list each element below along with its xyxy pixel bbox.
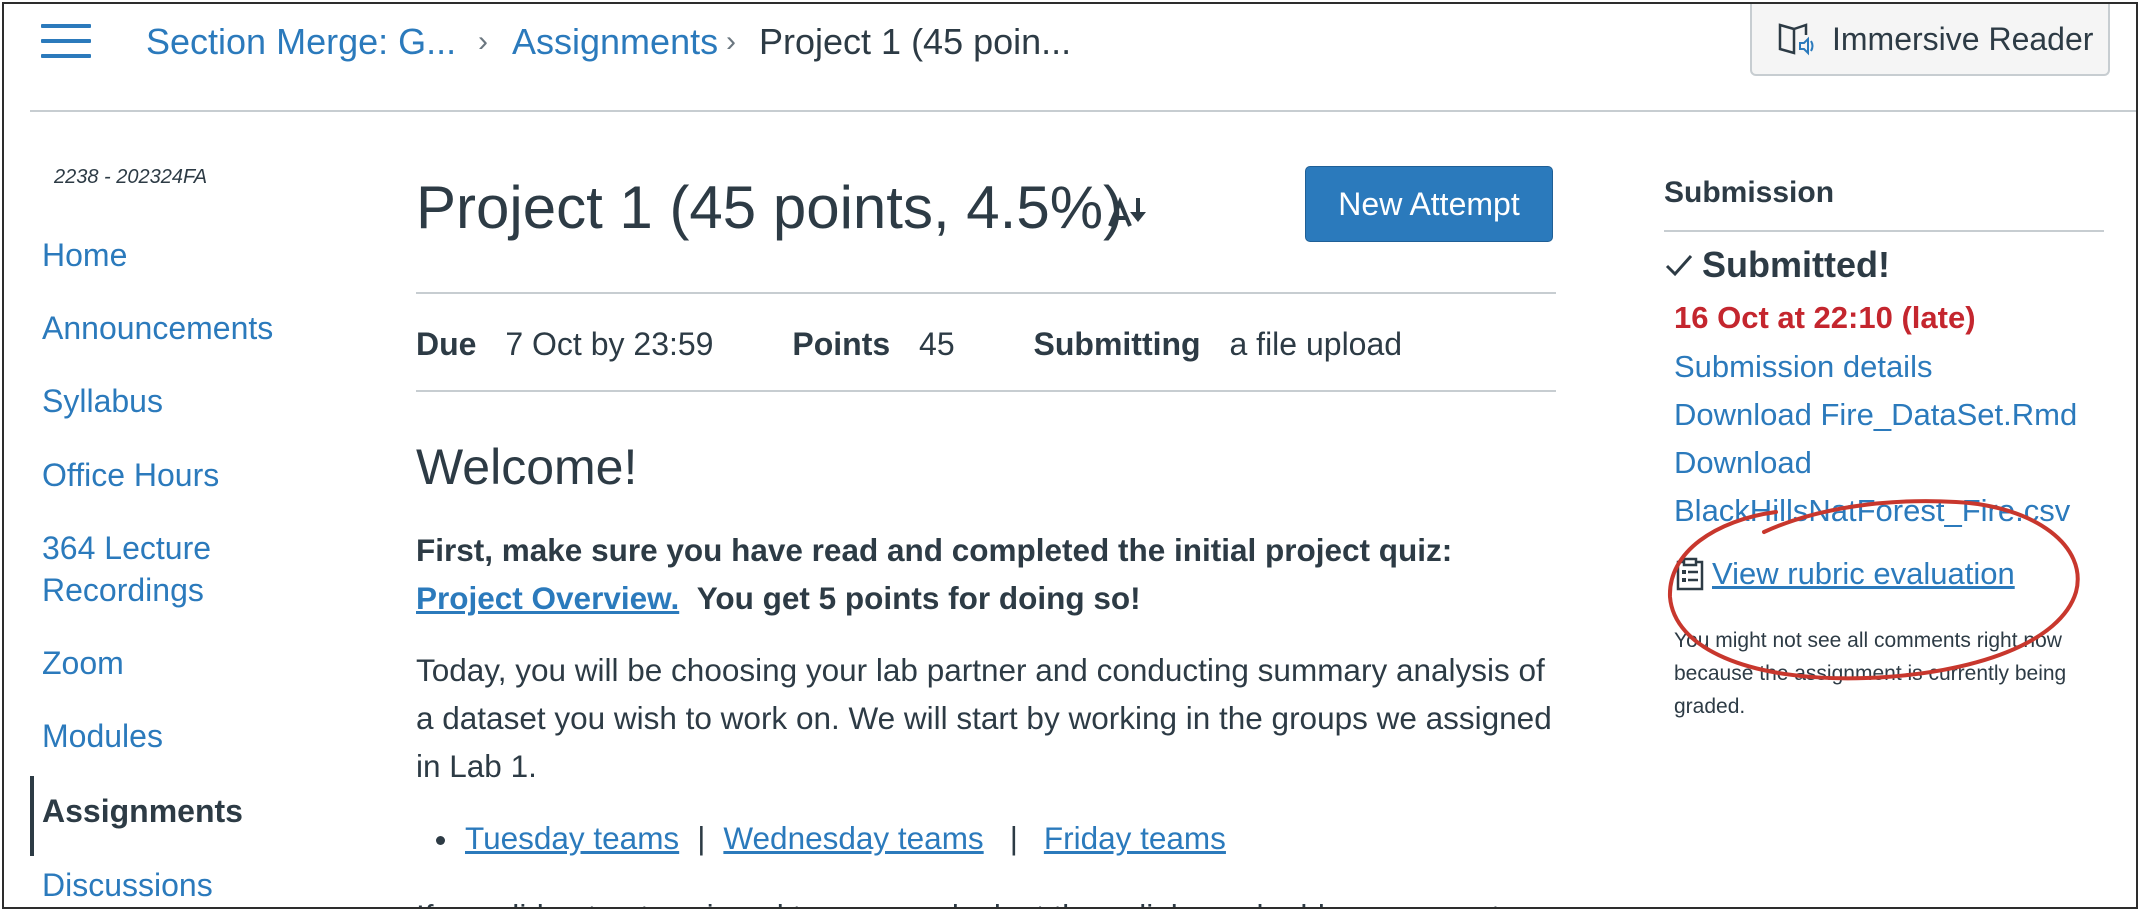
rubric-clipboard-icon xyxy=(1676,557,1704,591)
bullet-icon xyxy=(436,836,445,846)
separator: | xyxy=(697,820,706,856)
details-bottom-divider xyxy=(416,390,1556,392)
breadcrumb-chevron-icon: › xyxy=(726,25,736,58)
browser-frame: Section Merge: G... › Assignments › Proj… xyxy=(2,2,2138,909)
hamburger-menu-icon[interactable] xyxy=(41,22,91,62)
download-csv-link[interactable]: Download xyxy=(1674,442,1812,484)
submitting-value: a file upload xyxy=(1229,326,1403,362)
points-label: Points xyxy=(792,326,891,362)
submission-divider xyxy=(1664,230,2104,232)
wednesday-teams-link[interactable]: Wednesday teams xyxy=(723,820,983,856)
nav-active-indicator xyxy=(30,776,34,856)
body-paragraph: Today, you will be choosing your lab par… xyxy=(416,652,1552,784)
submission-heading: Submission xyxy=(1664,176,1835,209)
submitted-label: Submitted! xyxy=(1702,244,1890,285)
teams-list: Tuesday teams | Wednesday teams | Friday tea… xyxy=(436,814,1226,862)
text-direction-icon[interactable] xyxy=(1108,192,1152,230)
nav-item-zoom[interactable]: Zoom xyxy=(42,642,124,684)
due-label: Due xyxy=(416,326,477,362)
project-overview-link[interactable]: Project Overview. xyxy=(416,580,679,616)
nav-item-syllabus[interactable]: Syllabus xyxy=(42,380,163,422)
cut-off-paragraph: If you did not get assigned to a group, … xyxy=(416,892,1517,907)
nav-item-assignments[interactable]: Assignments xyxy=(42,790,243,832)
immersive-reader-label: Immersive Reader xyxy=(1832,20,2094,57)
course-code: 2238 - 202324FA xyxy=(54,166,208,188)
intro-paragraph: First, make sure you have read and compl… xyxy=(416,526,1556,622)
assignment-details: Due 7 Oct by 23:59 Points 45 Submitting … xyxy=(416,322,1402,366)
nav-item-discussions[interactable]: Discussions xyxy=(42,864,213,906)
download-rmd-link[interactable]: Download Fire_DataSet.Rmd xyxy=(1674,394,2077,436)
points-value: 45 xyxy=(919,326,955,362)
breadcrumb-course[interactable]: Section Merge: G... xyxy=(146,18,456,66)
breadcrumb-assignments[interactable]: Assignments xyxy=(512,18,718,66)
header-divider xyxy=(30,110,2136,112)
nav-item-lecture-recordings[interactable]: 364 Lecture Recordings xyxy=(42,527,302,611)
tuesday-teams-link[interactable]: Tuesday teams xyxy=(465,820,679,856)
nav-item-home[interactable]: Home xyxy=(42,234,127,276)
view-rubric-label: View rubric evaluation xyxy=(1712,556,2015,591)
top-header: Section Merge: G... › Assignments › Proj… xyxy=(4,4,2136,112)
breadcrumb-chevron-icon: › xyxy=(478,25,488,58)
checkmark-icon xyxy=(1665,255,1693,277)
nav-item-office-hours[interactable]: Office Hours xyxy=(42,454,219,496)
immersive-reader-icon xyxy=(1778,23,1814,56)
friday-teams-link[interactable]: Friday teams xyxy=(1044,820,1226,856)
immersive-reader-button[interactable]: Immersive Reader xyxy=(1750,4,2110,76)
breadcrumb-current: Project 1 (45 poin... xyxy=(759,21,1072,62)
view-rubric-link[interactable]: View rubric evaluation xyxy=(1674,556,2015,592)
nav-item-modules[interactable]: Modules xyxy=(42,715,163,757)
due-value: 7 Oct by 23:59 xyxy=(505,326,714,362)
grading-note: You might not see all comments right now… xyxy=(1674,629,2067,718)
intro-tail-text: You get 5 points for doing so! xyxy=(696,580,1141,616)
welcome-heading: Welcome! xyxy=(416,439,638,495)
submitting-label: Submitting xyxy=(1033,326,1201,362)
new-attempt-button[interactable]: New Attempt xyxy=(1305,166,1553,242)
page-title: Project 1 (45 points, 4.5%) xyxy=(416,174,1124,241)
details-top-divider xyxy=(416,292,1556,294)
download-csv-filename[interactable]: BlackHillsNatForest_Fire.csv xyxy=(1674,490,2070,532)
submission-date: 16 Oct at 22:10 (late) xyxy=(1674,300,1976,335)
intro-bold-text: First, make sure you have read and compl… xyxy=(416,532,1453,568)
submission-status: Submitted! xyxy=(1664,244,1890,286)
separator: | xyxy=(1009,820,1018,856)
submission-details-link[interactable]: Submission details xyxy=(1674,346,1932,388)
nav-item-announcements[interactable]: Announcements xyxy=(42,307,273,349)
